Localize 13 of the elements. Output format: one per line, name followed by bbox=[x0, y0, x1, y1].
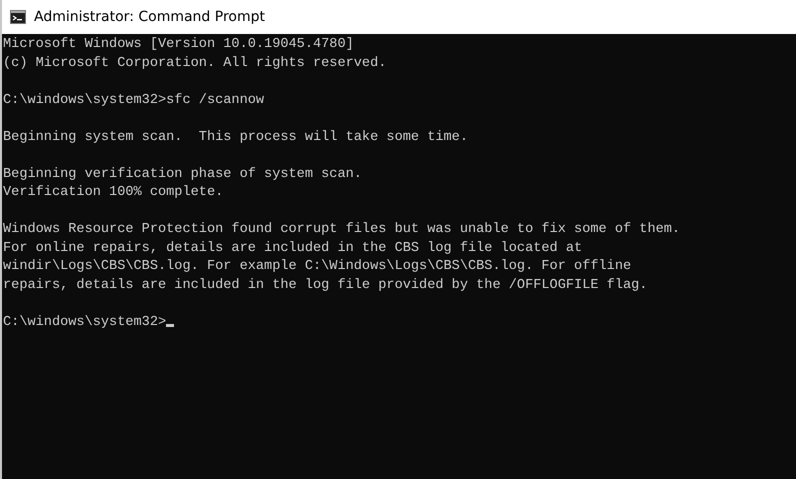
console-icon bbox=[10, 10, 26, 24]
console-line: C:\windows\system32>sfc /scannow bbox=[3, 92, 264, 110]
console-line: Beginning system scan. This process will take some time. bbox=[3, 128, 468, 146]
console-line: For online repairs, details are included in the CBS log file located at bbox=[3, 240, 582, 258]
console-line: Verification 100% complete. bbox=[3, 184, 224, 202]
console-line: Beginning verification phase of system scan. bbox=[3, 166, 362, 184]
console-line: windir\Logs\CBS\CBS.log. For example C:\Windows\Logs\CBS\CBS.log. For offline bbox=[3, 258, 632, 276]
command-prompt: C:\windows\system32> bbox=[3, 314, 166, 330]
console-line: Windows Resource Protection found corrupt files but was unable to fix some of them. bbox=[3, 221, 680, 239]
console-line: Microsoft Windows [Version 10.0.19045.4780] bbox=[3, 36, 354, 54]
console-line: repairs, details are included in the log file provided by the /OFFLOGFILE flag. bbox=[3, 276, 648, 294]
console-line: (c) Microsoft Corporation. All rights reserved. bbox=[3, 54, 386, 72]
window-title: Administrator: Command Prompt bbox=[34, 9, 265, 25]
